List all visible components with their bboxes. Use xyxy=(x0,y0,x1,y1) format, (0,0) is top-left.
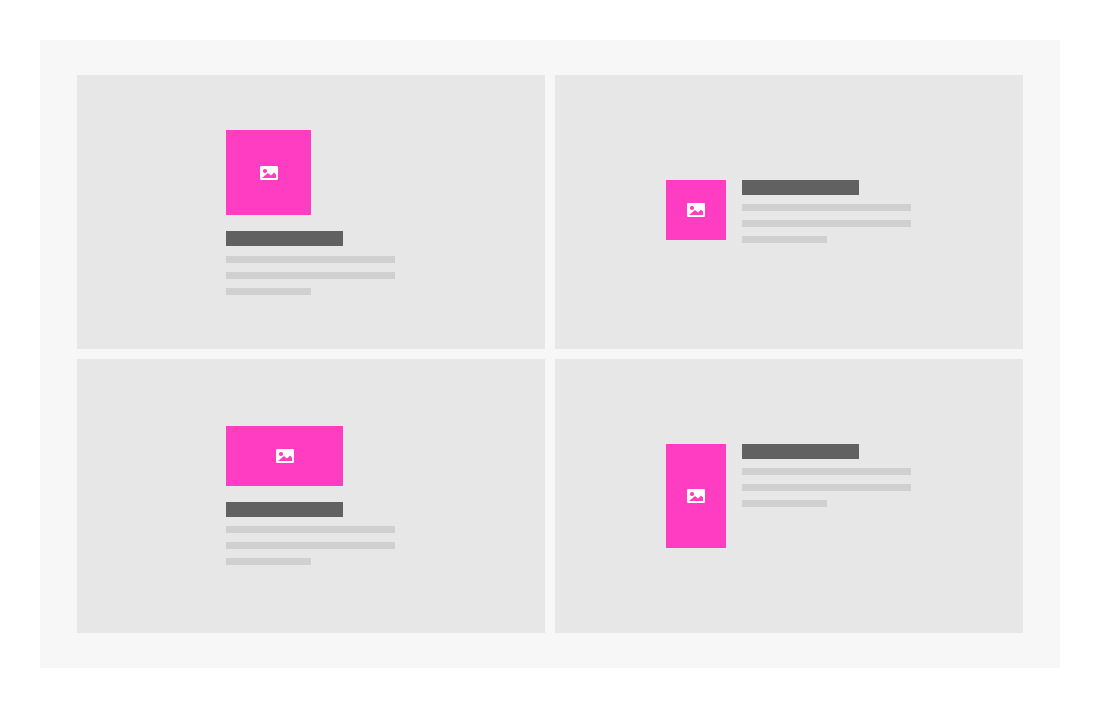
image-icon xyxy=(259,165,278,180)
image-icon xyxy=(687,489,705,503)
text-line-placeholder xyxy=(226,542,395,549)
text-line-placeholder xyxy=(226,558,311,565)
text-line-placeholder xyxy=(742,500,827,507)
text-line-placeholder xyxy=(226,288,311,295)
text-line-placeholder xyxy=(742,484,911,491)
text-line-placeholder xyxy=(226,526,395,533)
media-placeholder-landscape xyxy=(226,426,343,486)
title-placeholder xyxy=(226,231,343,246)
text-line-placeholder xyxy=(742,468,911,475)
text-line-placeholder xyxy=(742,220,911,227)
panel-square-left xyxy=(555,75,1023,349)
media-placeholder-portrait xyxy=(666,444,726,548)
text-line-placeholder xyxy=(742,204,911,211)
image-icon xyxy=(687,203,705,217)
image-icon xyxy=(275,449,294,463)
title-placeholder xyxy=(226,502,343,517)
title-placeholder xyxy=(742,180,859,195)
title-placeholder xyxy=(742,444,859,459)
panel-square-top xyxy=(77,75,545,349)
text-line-placeholder xyxy=(226,256,395,263)
text-line-placeholder xyxy=(226,272,395,279)
media-placeholder-square xyxy=(226,130,311,215)
layout-frame xyxy=(40,40,1060,668)
media-placeholder-square xyxy=(666,180,726,240)
panel-landscape-top xyxy=(77,359,545,633)
panel-portrait-left xyxy=(555,359,1023,633)
text-line-placeholder xyxy=(742,236,827,243)
